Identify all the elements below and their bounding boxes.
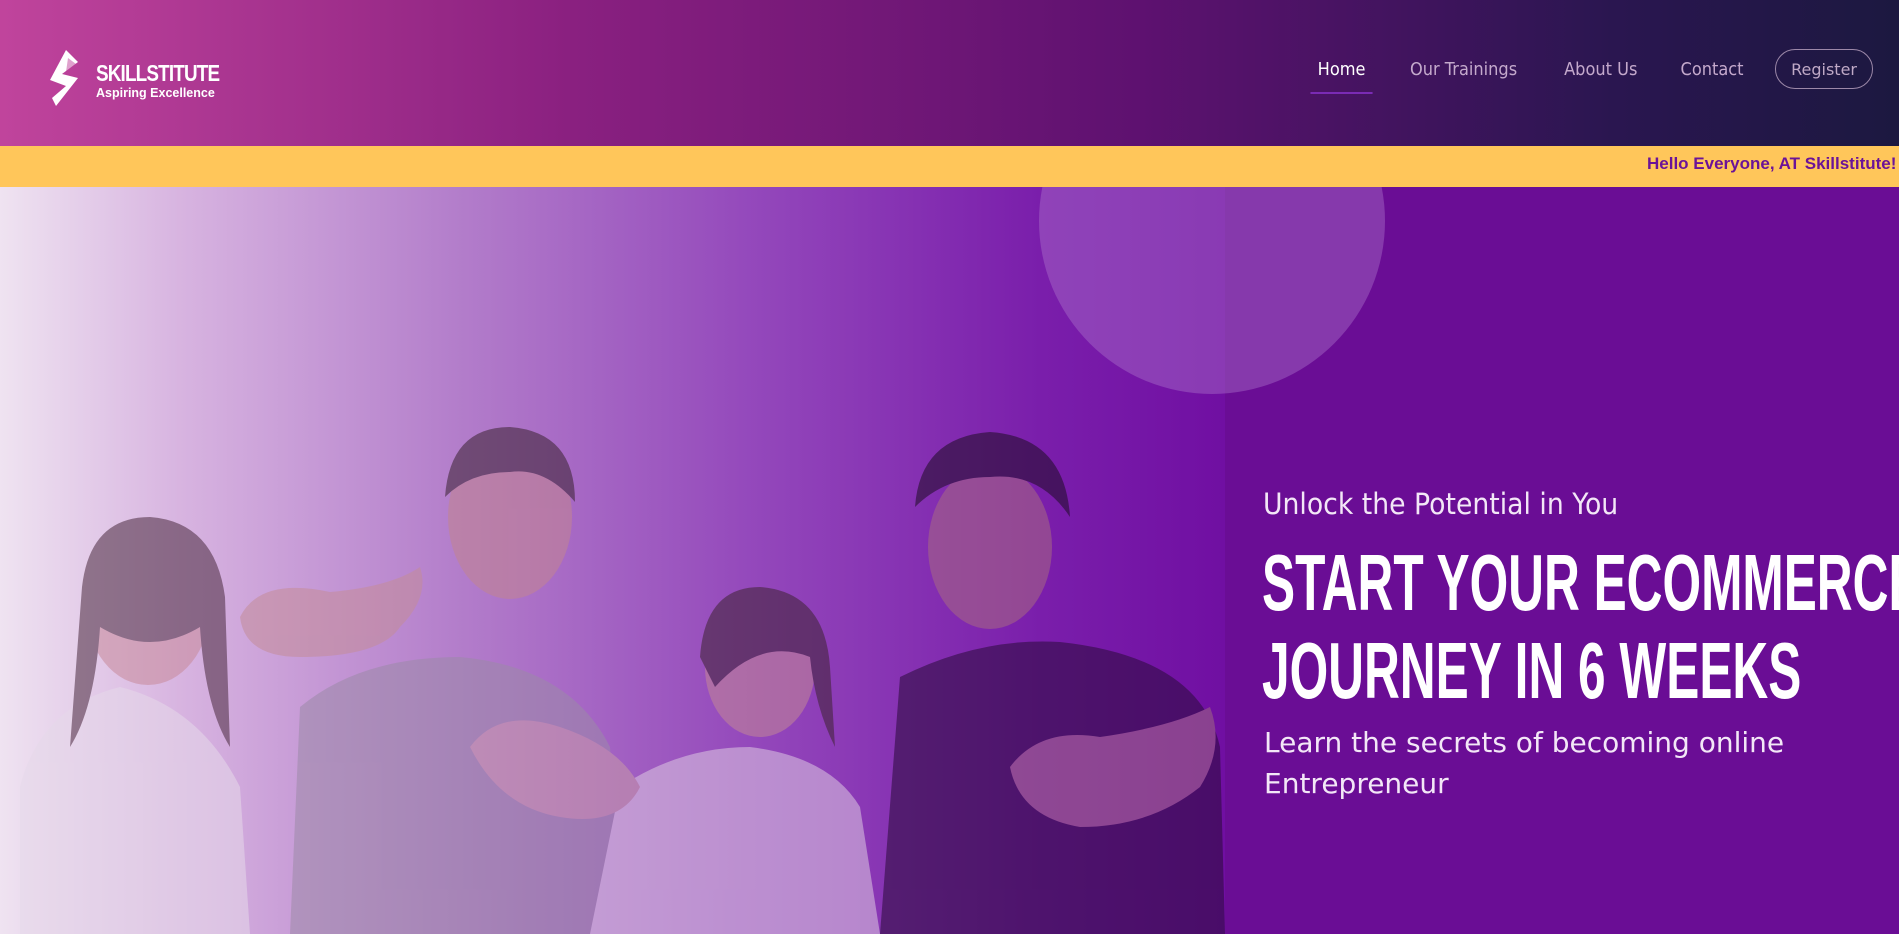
hero-section: Unlock the Potential in You START YOUR E… bbox=[0, 187, 1899, 934]
register-button[interactable]: Register bbox=[1775, 49, 1873, 89]
ticker-text: Hello Everyone, AT Skillstitute! W bbox=[1647, 154, 1899, 173]
skillstitute-logo-icon bbox=[50, 50, 78, 106]
brand-logo[interactable]: SKILLSTITUTE Aspiring Excellence bbox=[48, 46, 220, 110]
nav-our-trainings[interactable]: Our Trainings bbox=[1410, 59, 1517, 80]
announcement-ticker: Hello Everyone, AT Skillstitute! W bbox=[0, 146, 1899, 187]
hero-title: START YOUR ECOMMERCE JOURNEY IN 6 WEEKS bbox=[1262, 539, 1899, 715]
nav-home[interactable]: Home bbox=[1310, 59, 1374, 94]
hero-title-line-1: START YOUR ECOMMERCE bbox=[1262, 538, 1899, 627]
hero-title-line-2: JOURNEY IN 6 WEEKS bbox=[1262, 626, 1802, 715]
hero-people-image bbox=[20, 427, 1225, 934]
nav-about-us[interactable]: About Us bbox=[1564, 59, 1637, 80]
brand-name: SKILLSTITUTE bbox=[96, 60, 220, 86]
main-nav: Home Our Trainings About Us Contact Regi… bbox=[1279, 48, 1873, 94]
site-header: SKILLSTITUTE Aspiring Excellence Home Ou… bbox=[0, 0, 1899, 146]
hero-description: Learn the secrets of becoming online Ent… bbox=[1264, 726, 1785, 800]
nav-contact[interactable]: Contact bbox=[1681, 59, 1744, 80]
brand-tagline: Aspiring Excellence bbox=[96, 86, 215, 100]
hero-subtitle: Unlock the Potential in You bbox=[1263, 487, 1619, 521]
